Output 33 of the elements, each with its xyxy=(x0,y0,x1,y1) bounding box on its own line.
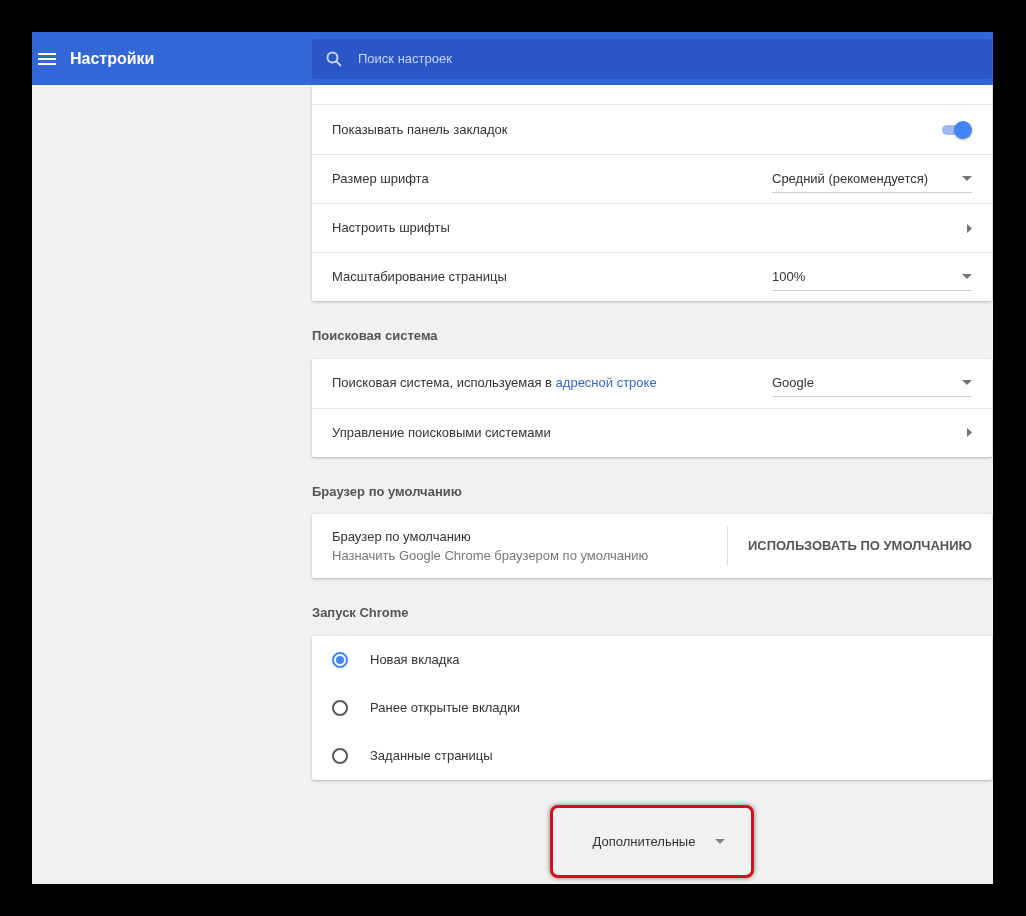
dropdown-arrow-icon xyxy=(715,838,726,844)
search-field[interactable]: Поиск настроек xyxy=(312,38,992,79)
dropdown-arrow-icon xyxy=(962,380,972,385)
menu-icon[interactable] xyxy=(38,52,56,65)
radio-button[interactable] xyxy=(332,699,348,716)
radio-label: Новая вкладка xyxy=(370,650,460,669)
section-heading: Браузер по умолчанию xyxy=(312,482,463,501)
section-heading: Поисковая система xyxy=(312,327,439,345)
setting-label: Браузер по умолчанию xyxy=(332,527,472,546)
setting-label: Поисковая система, используемая в адресной строке xyxy=(332,374,658,393)
address-bar-link[interactable]: адресной строке xyxy=(555,375,657,391)
dropdown-select[interactable]: Средний (рекомендуется) xyxy=(772,164,972,194)
page-title: Настройки xyxy=(70,48,155,69)
setting-description: Назначить Google Chrome браузером по умолчанию xyxy=(332,547,650,565)
setting-label: Масштабирование страницы xyxy=(332,268,508,287)
setting-label: Настроить шрифты xyxy=(332,219,451,238)
make-default-button[interactable]: ИСПОЛЬЗОВАТЬ ПО УМОЛЧАНИЮ xyxy=(726,526,972,566)
dropdown-arrow-icon xyxy=(962,176,972,181)
setting-label: Показывать панель закладок xyxy=(332,120,509,139)
dropdown-arrow-icon xyxy=(962,274,972,279)
radio-button[interactable] xyxy=(332,651,348,668)
toggle-switch[interactable] xyxy=(940,120,972,139)
radio-label: Ранее открытые вкладки xyxy=(370,698,521,717)
radio-button[interactable] xyxy=(332,747,348,764)
radio-label: Заданные страницы xyxy=(370,746,493,765)
chevron-right-icon[interactable] xyxy=(967,428,972,437)
advanced-button[interactable]: Дополнительные xyxy=(549,804,755,878)
dropdown-select[interactable]: Google xyxy=(772,368,972,398)
section-heading: Запуск Chrome xyxy=(312,604,410,622)
setting-label: Управление поисковыми системами xyxy=(332,423,552,442)
setting-label: Размер шрифта xyxy=(332,170,430,189)
dropdown-select[interactable]: 100% xyxy=(772,262,972,292)
chevron-right-icon[interactable] xyxy=(967,223,972,233)
